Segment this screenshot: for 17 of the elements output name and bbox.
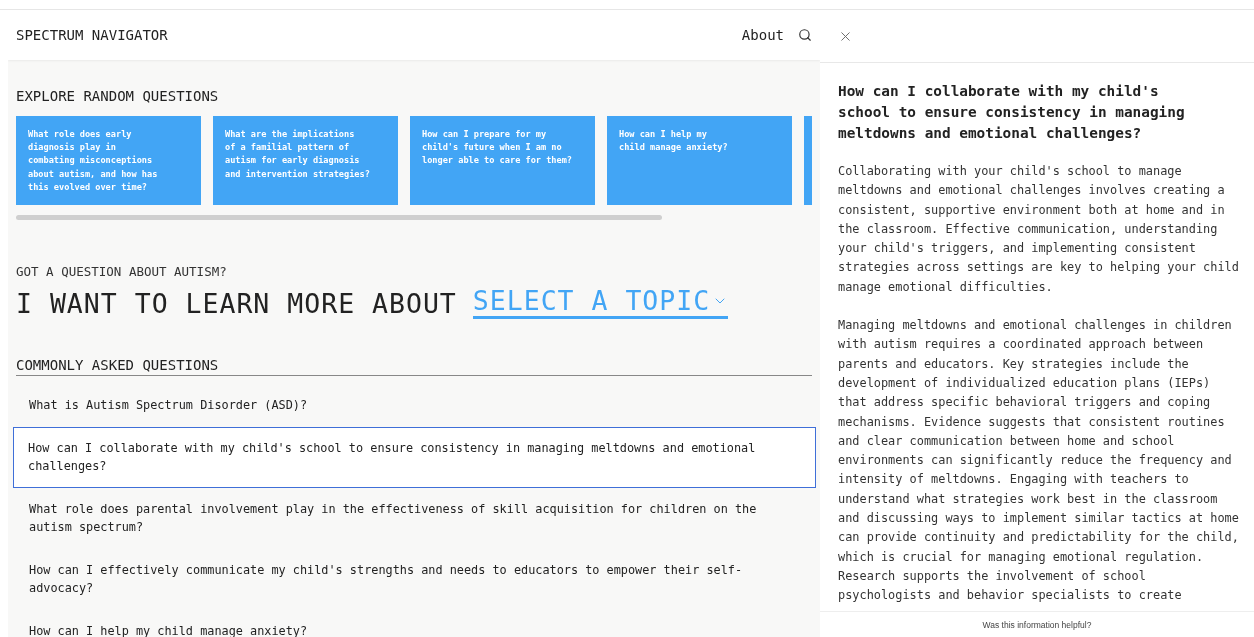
question-item[interactable]: How can I help my child manage anxiety? bbox=[13, 610, 816, 637]
answer-title: How can I collaborate with my child's school to ensure consistency in managing meltdowns and emotional challenges? bbox=[838, 82, 1186, 143]
about-link[interactable]: About bbox=[741, 27, 784, 43]
feedback-prompt: Was this information helpful? bbox=[982, 620, 1092, 630]
answer-paragraph: Collaborating with your child's school to manage meltdowns and emotional challenges involves creating a consistent, supportive environment both at home and in the classroom. Effective communication, understanding your child's triggers, and implementing consistent strategies across settings are key to helping your child manage emotional difficulties. bbox=[838, 163, 1240, 296]
section-heading: EXPLORE RANDOM QUESTIONS bbox=[16, 88, 220, 104]
question-item[interactable]: How can I collaborate with my child's school to ensure consistency in managing meltdowns and emotional challenges? bbox=[13, 427, 816, 488]
topic-label: GOT A QUESTION ABOUT AUTISM? bbox=[16, 264, 228, 279]
section-heading: COMMONLY ASKED QUESTIONS bbox=[16, 357, 812, 376]
question-item[interactable]: What role does parental involvement play in the effectiveness of skill acquisition for children on the autism spectrum? bbox=[13, 488, 816, 549]
search-icon[interactable] bbox=[798, 28, 812, 42]
scrollbar-thumb[interactable] bbox=[16, 215, 662, 220]
answer-paragraph: Managing meltdowns and emotional challenges in children with autism requires a coordinated approach between parents and educators. Key strategies include the development of individualized education plans (IEPs) that address specific behavioral triggers and coping mechanisms. Evidence suggests that consistent routines and clear communication between home and school environments can significantly reduce the frequency and intensity of meltdowns. Engaging with teachers to understand what strategies work best in the classroom and discussing ways to implement similar tactics at home can provide continuity and predictability for the child, which is crucial for managing emotional regulation. Research supports the involvement of school psychologists and behavior specialists to create bbox=[838, 317, 1240, 605]
question-item[interactable]: What is Autism Spectrum Disorder (ASD)? bbox=[13, 384, 816, 427]
site-title: SPECTRUM NAVIGATOR bbox=[16, 27, 169, 43]
topic-prompt: I WANT TO LEARN MORE ABOUT bbox=[16, 288, 457, 319]
question-item[interactable]: How can I effectively communicate my child's strengths and needs to educators to empower their self-advocacy? bbox=[13, 549, 816, 610]
